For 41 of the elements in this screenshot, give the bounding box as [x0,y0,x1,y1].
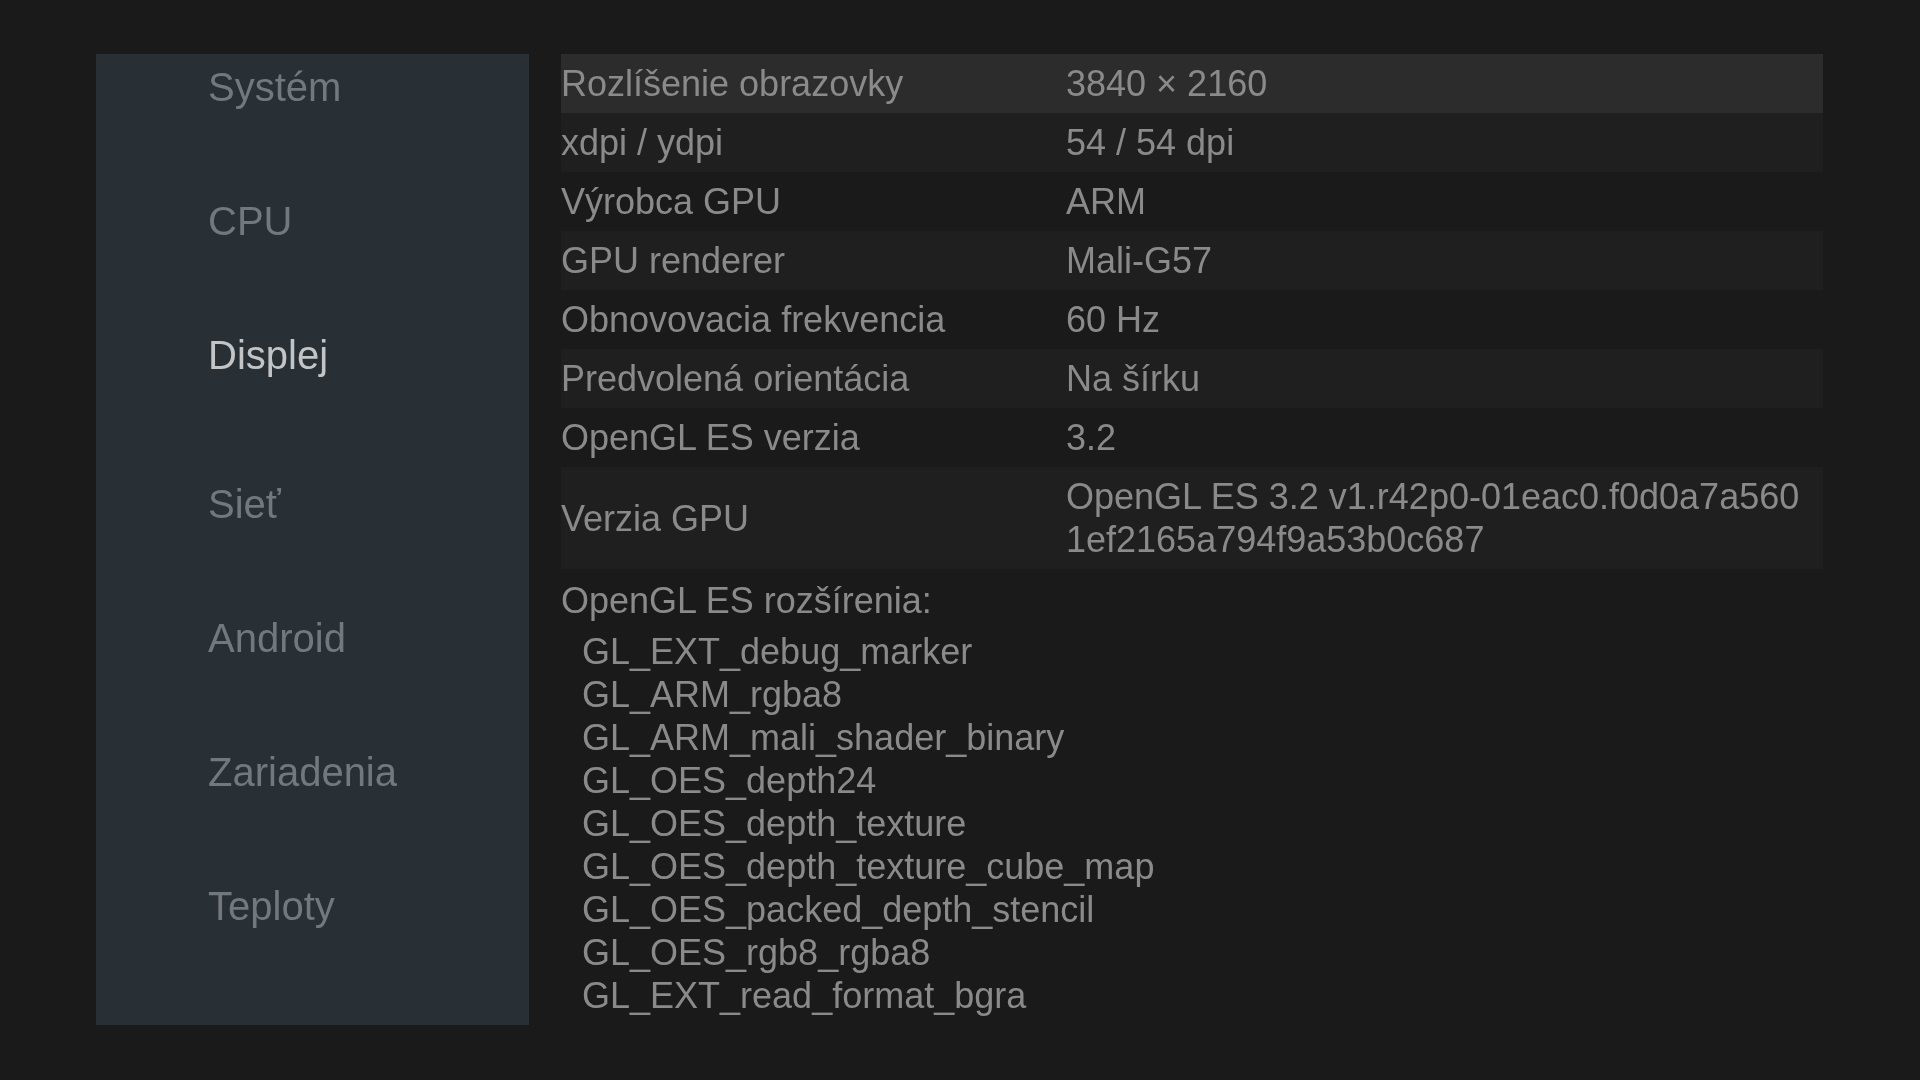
extension-item: GL_OES_depth24 [582,759,877,802]
info-row[interactable]: Predvolená orientácia Na šírku [561,349,1823,408]
info-row[interactable]: Obnovovacia frekvencia 60 Hz [561,290,1823,349]
sidebar-item[interactable]: Sieť [208,481,281,527]
row-value: Mali-G57 [1066,239,1214,282]
row-label: OpenGL ES verzia [561,416,860,459]
extension-item: GL_OES_packed_depth_stencil [582,888,1095,931]
extension-item: GL_OES_rgb8_rgba8 [582,931,931,974]
row-label: Obnovovacia frekvencia [561,298,946,341]
info-row[interactable]: Výrobca GPU ARM [561,172,1823,231]
row-value: 3840 × 2160 [1066,62,1269,105]
extension-item: GL_EXT_read_format_bgra [582,974,1027,1017]
row-label: xdpi / ydpi [561,121,724,164]
info-row[interactable]: Verzia GPU OpenGL ES 3.2 v1.r42p0-01eac0.f0d0a7a5601ef2165a794f9a53b0c687 [561,467,1823,569]
extension-item: GL_OES_depth_texture_cube_map [582,845,1155,888]
row-value: ARM [1066,180,1147,223]
extension-item: GL_ARM_mali_shader_binary [582,716,1065,759]
row-label: Rozlíšenie obrazovky [561,62,904,105]
row-value: 54 / 54 dpi [1066,121,1236,164]
sidebar-item[interactable]: Zariadenia [208,749,397,795]
info-row[interactable]: xdpi / ydpi 54 / 54 dpi [561,113,1823,172]
sidebar-item[interactable]: CPU [208,198,293,244]
extension-item: GL_ARM_rgba8 [582,673,843,716]
sidebar-item[interactable]: Displej [208,332,329,378]
info-row[interactable]: Rozlíšenie obrazovky 3840 × 2160 [561,54,1823,113]
extension-item: GL_OES_depth_texture [582,802,967,845]
row-value: 3.2 [1066,416,1118,459]
row-label: GPU renderer [561,239,786,282]
section-heading: OpenGL ES rozšírenia: [561,579,932,622]
info-row[interactable]: OpenGL ES verzia 3.2 [561,408,1823,467]
sidebar-item[interactable]: Systém [208,64,342,110]
extension-item: GL_EXT_debug_marker [582,630,973,673]
sidebar-item[interactable]: Android [208,615,346,661]
row-label: Verzia GPU [561,496,750,540]
row-label: Predvolená orientácia [561,357,910,400]
row-value: Na šírku [1066,357,1202,400]
sidebar-item[interactable]: Teploty [208,883,335,929]
row-value: 60 Hz [1066,298,1162,341]
info-row[interactable]: GPU renderer Mali-G57 [561,231,1823,290]
row-label: Výrobca GPU [561,180,782,223]
row-value: OpenGL ES 3.2 v1.r42p0-01eac0.f0d0a7a5601ef2165a794f9a53b0c687 [1066,475,1801,561]
